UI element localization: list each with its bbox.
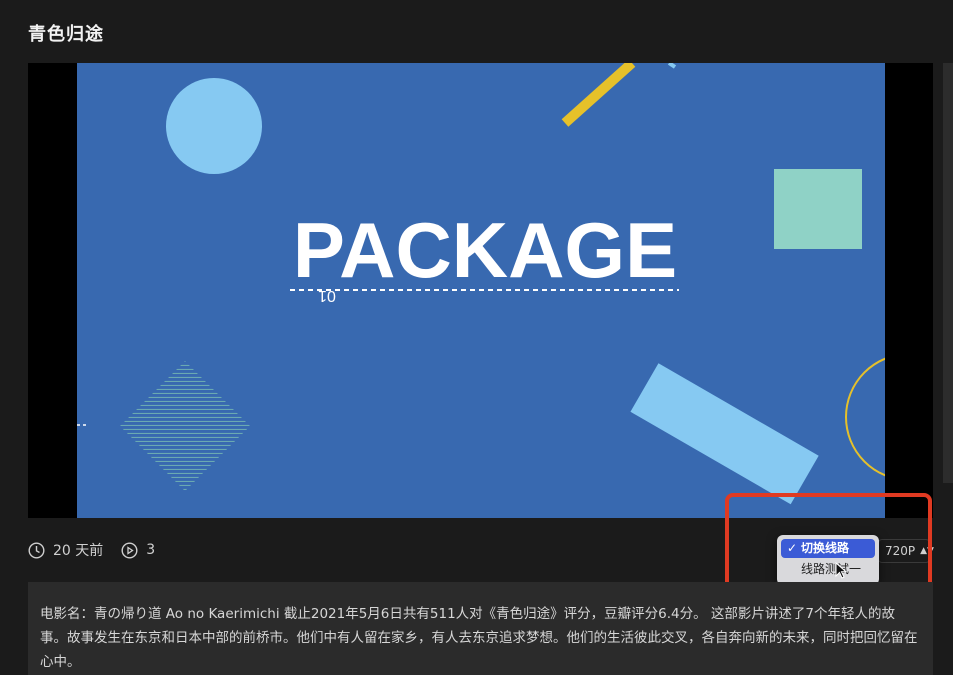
video-artwork: PACKAGE 01 — [77, 63, 885, 518]
page: 青色归途 PACKAGE 01 20 天前 3 720P ▲▼ ✓ 切换线路 线… — [0, 0, 953, 675]
video-headline: PACKAGE — [293, 206, 677, 294]
scrollbar[interactable] — [943, 63, 953, 483]
description-text: 电影名：青の帰り道 Ao no Kaerimichi 截止2021年5月6日共有… — [40, 606, 918, 670]
page-title: 青色归途 — [28, 24, 104, 45]
play-count: 3 — [121, 541, 156, 559]
play-count-text: 3 — [146, 542, 156, 558]
play-circle-icon — [121, 541, 138, 559]
clock-icon — [28, 541, 45, 559]
video-player[interactable]: PACKAGE 01 — [28, 63, 933, 518]
video-subtext: 01 — [318, 287, 336, 304]
video-frame[interactable]: PACKAGE 01 — [77, 63, 885, 518]
circle-shape — [166, 78, 262, 174]
movie-description: 电影名：青の帰り道 Ao no Kaerimichi 截止2021年5月6日共有… — [28, 582, 933, 675]
upload-time: 20 天前 — [28, 540, 103, 560]
teal-square-shape — [774, 169, 862, 249]
video-meta: 20 天前 3 — [28, 540, 173, 560]
upload-time-text: 20 天前 — [53, 543, 104, 559]
annotation-highlight-box — [725, 493, 932, 593]
